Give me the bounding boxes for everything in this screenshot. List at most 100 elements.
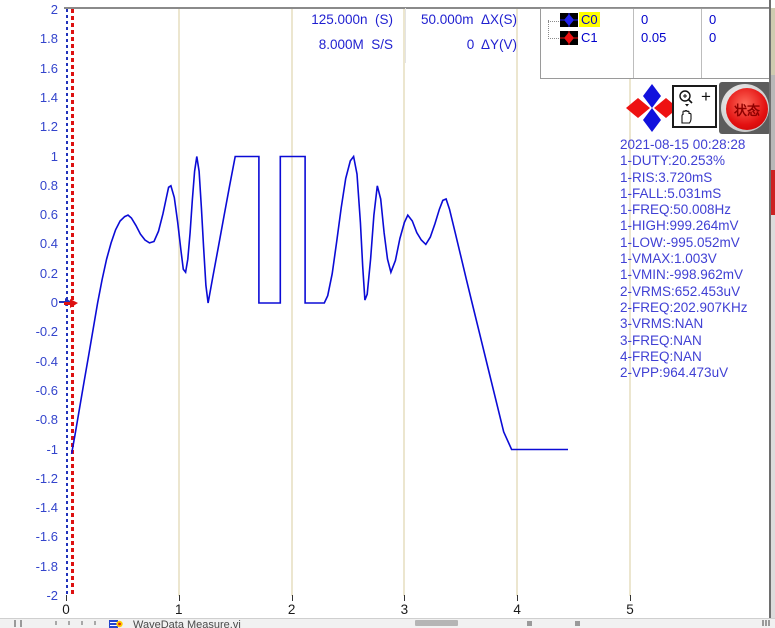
measurement-line: 4-FREQ:NAN bbox=[620, 349, 772, 365]
x-tick-mark bbox=[404, 595, 405, 601]
y-tick-label: 0.4 bbox=[0, 236, 58, 251]
readout-separator bbox=[405, 8, 406, 63]
measurement-line: 2-FREQ:202.907KHz bbox=[620, 300, 772, 316]
taskbar-mark bbox=[527, 621, 532, 626]
y-tick-label: -1.4 bbox=[0, 500, 58, 515]
cursor-table-col-divider bbox=[633, 9, 634, 78]
x-tick-label: 5 bbox=[617, 602, 643, 617]
status-button-red-lamp: 状态 bbox=[726, 88, 768, 130]
y-tick-label: -0.2 bbox=[0, 324, 58, 339]
x-tick-label: 3 bbox=[391, 602, 417, 617]
measurement-line: 1-LOW:-995.052mV bbox=[620, 235, 772, 251]
cursor-c1-icon[interactable] bbox=[560, 31, 578, 45]
timestamp: 2021-08-15 00:28:28 bbox=[620, 137, 772, 153]
edge-strip bbox=[771, 170, 775, 215]
measurement-line: 1-FREQ:50.008Hz bbox=[620, 202, 772, 218]
y-tick-label: 1.6 bbox=[0, 61, 58, 76]
x-tick-mark bbox=[630, 595, 631, 601]
y-tick-label: -1.2 bbox=[0, 471, 58, 486]
measurement-line: 1-VMIN:-998.962mV bbox=[620, 267, 772, 283]
taskbar-mark bbox=[575, 621, 580, 626]
status-button-label: 状态 bbox=[734, 100, 760, 119]
x-tick-mark bbox=[517, 595, 518, 601]
sample-period-readout: 125.000n (S) bbox=[250, 12, 393, 27]
cursor-row-c1-name[interactable]: C1 bbox=[579, 30, 600, 45]
cursor-c0-y-value[interactable]: 0 bbox=[709, 12, 716, 27]
x-tick-label: 4 bbox=[504, 602, 530, 617]
gridline bbox=[178, 9, 180, 596]
y-tick-label: 1 bbox=[0, 149, 58, 164]
measurement-line: 1-DUTY:20.253% bbox=[620, 153, 772, 169]
y-tick-label: 0.8 bbox=[0, 178, 58, 193]
gridline bbox=[403, 9, 405, 596]
measurement-line: 1-HIGH:999.264mV bbox=[620, 218, 772, 234]
taskbar-dot bbox=[94, 621, 96, 625]
resize-grip[interactable] bbox=[762, 620, 764, 626]
edge-strip bbox=[771, 75, 775, 170]
measurement-line: 2-VPP:964.473uV bbox=[620, 365, 772, 381]
move-up-diamond-icon bbox=[643, 84, 661, 108]
y-tick-label: -1.6 bbox=[0, 529, 58, 544]
status-button-ring: 状态 bbox=[721, 84, 769, 132]
measurement-list: 2021-08-15 00:28:28 1-DUTY:20.253%1-RIS:… bbox=[620, 137, 772, 381]
resize-grip[interactable] bbox=[765, 620, 767, 626]
y-tick-label: 0.2 bbox=[0, 266, 58, 281]
y-tick-label: 1.2 bbox=[0, 119, 58, 134]
y-tick-label: 1.8 bbox=[0, 31, 58, 46]
tree-branch bbox=[548, 20, 559, 39]
cursor-row-c0-name[interactable]: C0 bbox=[579, 12, 600, 27]
y-tick-label: 0 bbox=[0, 295, 58, 310]
taskbar-dot bbox=[55, 621, 57, 625]
y-tick-label: 2 bbox=[0, 2, 58, 17]
cursor-table: C0 0 0 C1 0.05 0 bbox=[540, 8, 772, 79]
gridline bbox=[291, 9, 293, 596]
cursor-c1-y-value[interactable]: 0 bbox=[709, 30, 716, 45]
x-tick-mark bbox=[179, 595, 180, 601]
cursor-c0-icon[interactable] bbox=[560, 13, 578, 27]
taskbar-item[interactable] bbox=[14, 620, 16, 627]
cursor-c1-line[interactable] bbox=[71, 9, 74, 596]
measurement-line: 2-VRMS:652.453uV bbox=[620, 284, 772, 300]
measurement-line: 3-FREQ:NAN bbox=[620, 333, 772, 349]
x-tick-label: 1 bbox=[166, 602, 192, 617]
y-tick-label: -1.8 bbox=[0, 559, 58, 574]
measurement-line: 1-VMAX:1.003V bbox=[620, 251, 772, 267]
y-tick-label: -0.4 bbox=[0, 354, 58, 369]
scrollbar-thumb[interactable] bbox=[415, 620, 458, 626]
cursor-c0-x-value[interactable]: 0 bbox=[641, 12, 648, 27]
gridline bbox=[516, 9, 518, 596]
cursor-c1-x-value[interactable]: 0.05 bbox=[641, 30, 666, 45]
delta-y-readout: 0 ΔY(V) bbox=[400, 37, 517, 52]
edge-strip bbox=[771, 215, 775, 618]
y-tick-label: 0.6 bbox=[0, 207, 58, 222]
measurement-line: 1-RIS:3.720mS bbox=[620, 170, 772, 186]
x-tick-mark bbox=[292, 595, 293, 601]
cursor-table-col-divider bbox=[701, 9, 702, 78]
y-tick-label: -0.6 bbox=[0, 383, 58, 398]
pan-hand-icon[interactable] bbox=[678, 109, 694, 125]
zoom-crosshair-tool[interactable]: + bbox=[701, 87, 711, 107]
zoom-tool-panel: + bbox=[672, 85, 717, 128]
x-tick-label: 2 bbox=[279, 602, 305, 617]
taskbar-item[interactable] bbox=[20, 620, 22, 627]
taskbar-dot bbox=[81, 621, 83, 625]
edge-strip bbox=[771, 8, 775, 75]
status-button[interactable]: 状态 bbox=[719, 82, 771, 134]
resize-grip[interactable] bbox=[768, 620, 770, 626]
taskbar-dot bbox=[68, 621, 70, 625]
y-tick-label: 1.4 bbox=[0, 90, 58, 105]
sample-rate-readout: 8.000M S/S bbox=[250, 37, 393, 52]
oscilloscope-app: { "header": { "sample_period": "125.000n… bbox=[0, 0, 775, 627]
y-tick-label: -0.8 bbox=[0, 412, 58, 427]
move-left-diamond-icon bbox=[626, 98, 650, 118]
y-tick-label: -1 bbox=[0, 442, 58, 457]
x-tick-label: 0 bbox=[53, 602, 79, 617]
delta-x-readout: 50.000m ΔX(S) bbox=[400, 12, 517, 27]
cursor-c0-line[interactable] bbox=[66, 9, 68, 596]
move-down-diamond-icon bbox=[643, 108, 661, 132]
measurement-line: 3-VRMS:NAN bbox=[620, 316, 772, 332]
waveform-trace bbox=[72, 157, 568, 454]
measurement-line: 1-FALL:5.031mS bbox=[620, 186, 772, 202]
y-tick-label: -2 bbox=[0, 588, 58, 603]
zoom-magnifier-icon[interactable] bbox=[676, 89, 696, 107]
